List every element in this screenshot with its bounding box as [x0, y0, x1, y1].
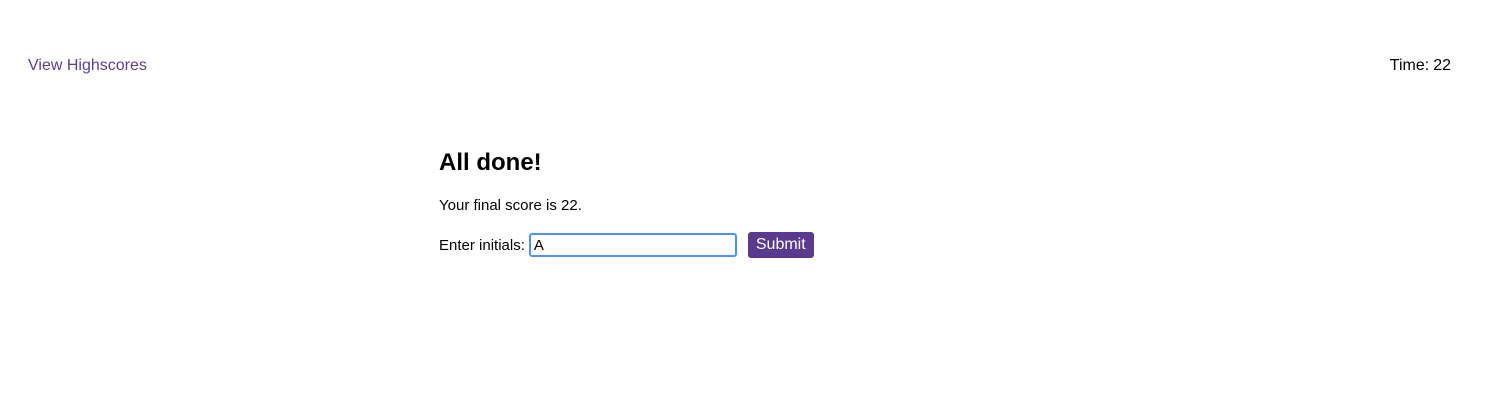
final-score-text: Your final score is 22. [439, 197, 582, 214]
quiz-result-panel: All done! Your final score is 22. Enter … [439, 147, 1039, 259]
initials-form: Enter initials: Submit [439, 231, 1039, 259]
initials-label: Enter initials: [439, 236, 525, 254]
timer-label: Time: [1389, 57, 1430, 74]
timer-value: 22 [1433, 57, 1451, 74]
submit-button[interactable]: Submit [747, 232, 814, 258]
page-title: All done! [439, 149, 542, 176]
view-highscores-link[interactable]: View Highscores [28, 57, 147, 75]
timer: Time: 22 [1390, 57, 1451, 75]
initials-input[interactable] [528, 233, 737, 257]
header-bar: View Highscores Time: 22 [0, 0, 1509, 100]
